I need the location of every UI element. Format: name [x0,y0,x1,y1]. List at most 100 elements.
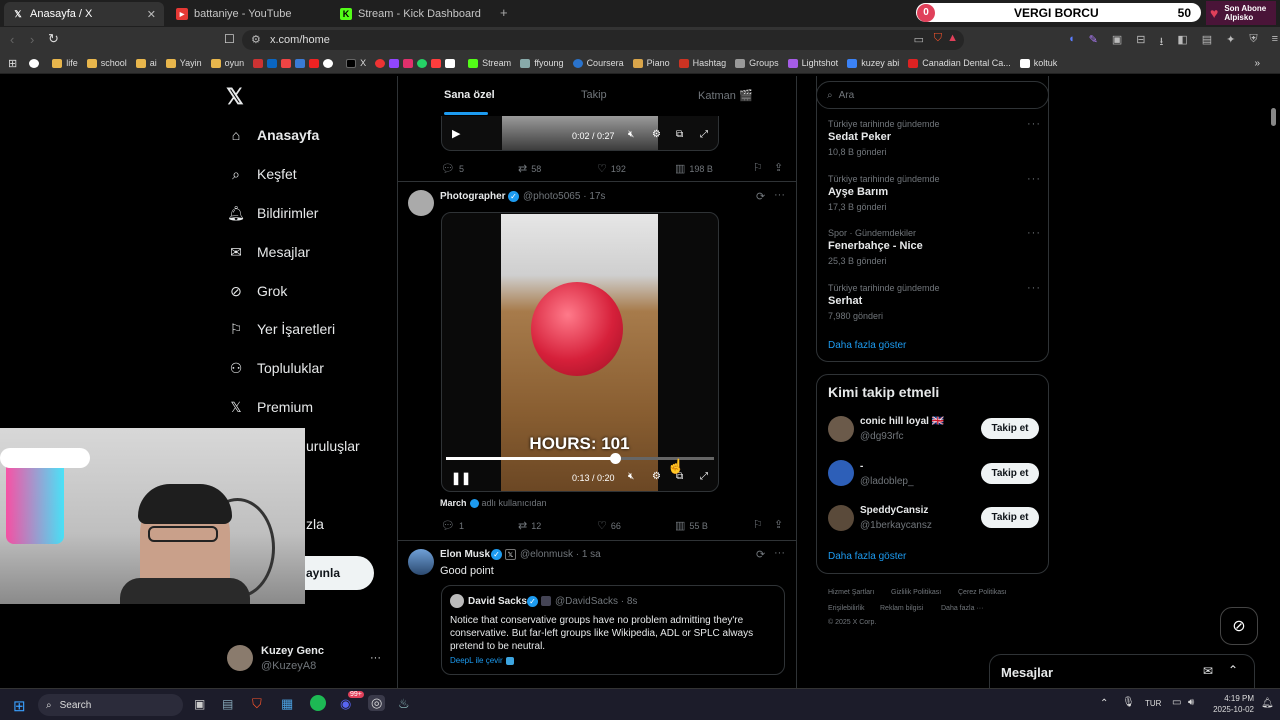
like-button[interactable]: ♡ 66 [597,519,621,532]
follow-name[interactable]: SpeddyCansiz [860,505,928,516]
translate-link[interactable]: DeepL ile çevir [450,656,514,665]
more-options-icon[interactable]: ··· [774,189,785,201]
extensions-icon[interactable]: ✦ [1226,33,1235,52]
close-icon[interactable]: ✕ [147,8,156,21]
bookmark-icons-cluster[interactable] [253,58,337,68]
clock[interactable]: 4:19 PM 2025-10-02 [1208,693,1254,715]
like-button[interactable]: ♡ 192 [597,162,626,175]
bookmark-kuzey-abi[interactable]: kuzey abi [847,58,899,68]
brave-icon[interactable]: ⛉ [252,696,262,712]
footer-link[interactable]: Daha fazla ··· [941,605,983,612]
repost-button[interactable]: ⇄ 12 [518,519,541,532]
footer-link[interactable]: Reklam bilgisi [880,605,923,612]
share-button[interactable]: ⇪ [774,161,787,174]
bookmark-groups[interactable]: Groups [735,58,779,68]
trend-title[interactable]: Serhat [828,295,862,307]
more-options-icon[interactable]: ··· [1027,227,1041,239]
more-bookmarks-icon[interactable]: » [1254,58,1260,69]
sidebar-toggle-icon[interactable]: ⊟ [1136,33,1145,52]
language-indicator[interactable]: TUR [1145,699,1161,708]
volume-icon[interactable]: 🔊︎ [1188,697,1194,708]
discord-icon[interactable]: ◉ [340,696,351,712]
settings-icon[interactable]: ⚙ [652,129,661,140]
views-button[interactable]: ▥ 55 B [675,519,708,532]
tab-x-home[interactable]: 𝕏 Anasayfa / X ✕ [4,2,164,26]
back-icon[interactable]: ‹ [10,32,14,47]
nav-organizations-partial[interactable]: uruluşlar [306,438,360,454]
bookmark-folder[interactable]: school [86,58,127,68]
play-icon[interactable]: ▶ [452,127,460,140]
trend-title[interactable]: Fenerbahçe - Nice [828,240,923,252]
fullscreen-icon[interactable]: ⤢ [700,129,708,140]
bookmark-icons-cluster[interactable] [375,58,459,68]
photos-icon[interactable]: ▦ [281,696,293,712]
task-view-icon[interactable]: ▣ [194,697,205,711]
tray-chevron-icon[interactable]: ⌃ [1100,698,1108,709]
nav-bookmarks[interactable]: ⚐ Yer İşaretleri [227,317,335,341]
bookmark-canadian-dental[interactable]: Canadian Dental Ca... [908,58,1011,68]
avatar[interactable] [828,416,854,442]
new-tab-button[interactable]: + [500,5,508,20]
repost-button[interactable]: ⇄ 58 [518,162,541,175]
bookmark-x[interactable]: X [346,58,366,68]
grok-icon[interactable]: ⊘ [1220,607,1258,645]
follow-button[interactable]: Takip et [981,507,1039,528]
tab-following[interactable]: Takip [581,89,607,101]
avatar[interactable] [227,645,253,671]
post-author[interactable]: Elon Musk [440,549,490,560]
footer-link[interactable]: Çerez Politikası [958,589,1007,596]
tab-katman[interactable]: Katman 🎬 [698,89,753,102]
wallet-icon[interactable]: ▣ [1112,33,1122,52]
follow-button[interactable]: Takip et [981,463,1039,484]
bookmark-button[interactable]: ⚐ [753,161,767,174]
pip-icon[interactable]: ⧉ [676,129,683,140]
show-more-link[interactable]: Daha fazla göster [828,340,906,351]
shield-icon[interactable]: ⛨ [1249,33,1257,52]
brave-shield-icon[interactable]: ⛉ [934,32,942,45]
google-icon[interactable] [29,58,43,68]
network-icon[interactable]: ▭ [1172,697,1181,708]
nav-messages[interactable]: ✉ Mesajlar [227,240,310,264]
trend-title[interactable]: Sedat Peker [828,131,891,143]
forward-icon[interactable]: › [30,32,34,47]
bookmark-icon[interactable]: ☐ [224,32,235,46]
nav-grok[interactable]: ⊘ Grok [227,279,287,303]
menu-icon[interactable]: ≡ [1272,33,1278,52]
nav-premium[interactable]: 𝕏 Premium [227,395,313,419]
share-button[interactable]: ⇪ [774,518,787,531]
bookmark-koltuk[interactable]: koltuk [1019,58,1057,68]
cast-icon[interactable]: ▭ [914,33,924,46]
avatar[interactable] [408,190,434,216]
trend-title[interactable]: Ayşe Barım [828,186,888,198]
follow-button[interactable]: Takip et [981,418,1039,439]
spotify-icon[interactable] [310,695,326,711]
reply-button[interactable]: 💬︎ 1 [441,519,464,532]
nav-home[interactable]: ⌂ Anasayfa [227,123,320,147]
taskbar-search[interactable]: ⌕ Search [38,694,183,716]
video-player[interactable]: HOURS: 101 ❚❚ 0:13 / 0:20 🔇︎ ⚙ ⧉ ⤢ [441,212,719,492]
more-options-icon[interactable]: ··· [1027,173,1041,185]
views-button[interactable]: ▥ 198 B [675,162,713,175]
download-icon[interactable]: ⭳ [1160,33,1164,52]
leo-icon[interactable]: ✎ [1089,33,1098,52]
more-options-icon[interactable]: ··· [1027,118,1041,130]
obs-icon[interactable]: ◎ [368,695,386,711]
new-message-icon[interactable]: ✉ [1203,664,1213,678]
mute-icon[interactable]: 🔇︎ [628,471,634,482]
app-icon[interactable]: ▤ [222,697,233,711]
grok-icon[interactable]: ⟳ [756,548,765,561]
tab-youtube[interactable]: ▶ battaniye - YouTube [168,2,328,26]
follow-name[interactable]: - [860,461,863,472]
expand-icon[interactable]: ⌃ [1228,663,1238,677]
notification-icon[interactable]: 🔔︎ [1261,698,1274,709]
bookmark-button[interactable]: ⚐ [753,518,767,531]
vpn-icon[interactable]: ◖ [1068,33,1075,52]
avatar[interactable] [828,505,854,531]
wallet2-icon[interactable]: ▤ [1202,33,1212,52]
bookmark-folder[interactable]: ai [135,58,157,68]
fullscreen-icon[interactable]: ⤢ [700,471,708,482]
avatar[interactable] [408,549,434,575]
post-author[interactable]: Photographer [440,191,506,202]
bookmark-piano[interactable]: Piano [632,58,670,68]
url-field[interactable]: ⚙ x.com/home ▭ ⛉ ▲ [242,30,964,50]
